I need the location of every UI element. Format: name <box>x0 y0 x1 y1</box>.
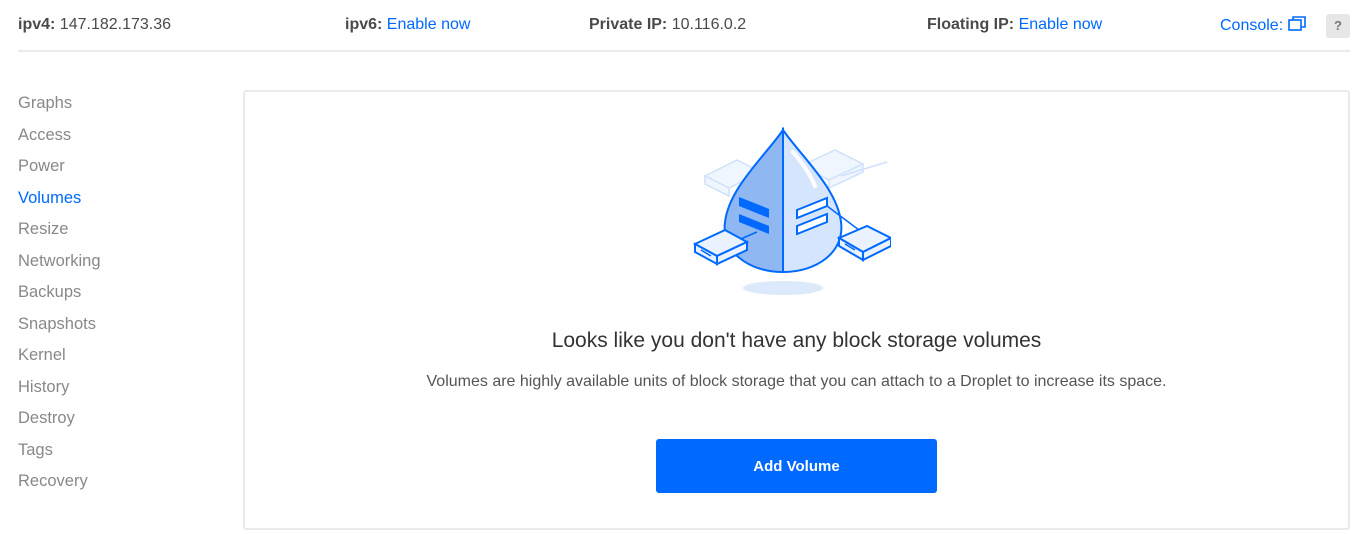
floating-ip-enable-link[interactable]: Enable now <box>1019 16 1103 33</box>
sidebar-item-tags[interactable]: Tags <box>18 440 218 472</box>
sidebar-item-volumes[interactable]: Volumes <box>18 188 218 220</box>
ipv6-enable-link[interactable]: Enable now <box>387 16 471 33</box>
storage-droplet-icon <box>692 126 891 295</box>
empty-state-title: Looks like you don't have any block stor… <box>551 329 1042 352</box>
ipv4-info: ipv4: 147.182.173.36 <box>18 16 171 34</box>
private-ip-label: Private IP: <box>589 16 668 33</box>
private-ip-info: Private IP: 10.116.0.2 <box>589 16 746 34</box>
sidebar-item-destroy[interactable]: Destroy <box>18 408 218 440</box>
ipv4-label: ipv4: <box>18 16 56 33</box>
console-label[interactable]: Console: <box>1220 17 1283 34</box>
empty-state-description: Volumes are highly available units of bl… <box>426 373 1167 390</box>
sidebar-item-resize[interactable]: Resize <box>18 219 218 251</box>
ipv4-value: 147.182.173.36 <box>59 16 172 33</box>
droplet-sidebar-nav: Graphs Access Power Volumes Resize Netwo… <box>18 93 218 503</box>
sidebar-item-power[interactable]: Power <box>18 156 218 188</box>
volumes-empty-state: Looks like you don't have any block stor… <box>243 90 1350 530</box>
external-window-icon[interactable] <box>1287 16 1306 32</box>
droplet-info-bar: ipv4: 147.182.173.36 ipv6: Enable now Pr… <box>18 0 1350 52</box>
sidebar-item-kernel[interactable]: Kernel <box>18 345 218 377</box>
sidebar-item-access[interactable]: Access <box>18 125 218 157</box>
add-volume-button[interactable]: Add Volume <box>656 439 937 493</box>
ipv6-label: ipv6: <box>345 16 383 33</box>
private-ip-value: 10.116.0.2 <box>671 16 747 33</box>
floating-ip-info: Floating IP: Enable now <box>927 16 1102 34</box>
ipv6-info: ipv6: Enable now <box>345 16 470 34</box>
sidebar-item-networking[interactable]: Networking <box>18 251 218 283</box>
sidebar-item-graphs[interactable]: Graphs <box>18 93 218 125</box>
sidebar-item-snapshots[interactable]: Snapshots <box>18 314 218 346</box>
floating-ip-label: Floating IP: <box>927 16 1015 33</box>
console-link[interactable]: Console: <box>1220 16 1306 35</box>
help-button[interactable]: ? <box>1326 14 1350 38</box>
sidebar-item-history[interactable]: History <box>18 377 218 409</box>
sidebar-item-backups[interactable]: Backups <box>18 282 218 314</box>
sidebar-item-recovery[interactable]: Recovery <box>18 471 218 503</box>
